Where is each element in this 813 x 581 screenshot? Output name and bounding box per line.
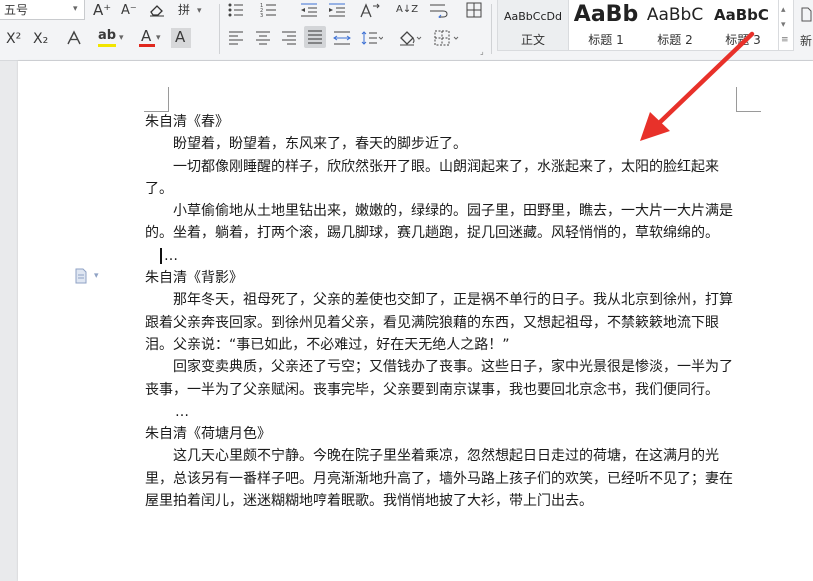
eraser-icon [150, 5, 164, 17]
style-heading-1[interactable]: AaBb 标题 1 [570, 0, 642, 50]
style-gallery: AaBbCcDd 正文 AaBb 标题 1 AaBbC 标题 2 AaBbC 标… [497, 0, 794, 51]
decrease-indent-icon [301, 3, 317, 17]
border-icon [434, 30, 459, 46]
numbered-list-button[interactable]: 123 [257, 0, 283, 20]
chevron-down-icon: ▾ [73, 4, 78, 14]
shading-button[interactable] [396, 27, 426, 49]
chevron-down-icon: ▾ [156, 33, 161, 43]
paragraph: 这几天心里颇不宁静。今晚在院子里坐着乘凉，忽然想起日日走过的荷塘，在这满月的光里… [145, 448, 733, 510]
justify-button[interactable] [304, 26, 326, 48]
bullet-list-icon [228, 3, 243, 17]
pinyin-guide-button[interactable]: 拼 [178, 2, 190, 18]
highlight-label: ab [98, 28, 117, 43]
ribbon-toolbar: 五号 ▾ A⁺ A⁻ 拼 ▾ X² X₂ ab ▾ A ▾ A 123 A↓Z [0, 0, 813, 61]
style-sample: AaBb [573, 2, 639, 27]
distribute-icon [333, 31, 351, 45]
char-shading-button[interactable]: A [171, 28, 191, 48]
style-sample: AaBbC [646, 5, 704, 25]
ellipsis-line: … [145, 245, 737, 267]
align-center-icon [256, 31, 270, 45]
svg-text:3: 3 [260, 13, 263, 18]
chevron-down-icon: ▾ [94, 271, 99, 281]
new-style-icon [799, 4, 813, 24]
paragraph-settings-launcher[interactable]: ⌟ [480, 44, 484, 60]
borders-button[interactable] [463, 0, 485, 20]
superscript-button[interactable]: X² [6, 31, 21, 47]
heading-beiying: 朱自清《背影》 [145, 270, 243, 287]
style-sample: AaBbC [714, 6, 769, 24]
decrease-indent-button[interactable] [299, 0, 319, 20]
sort-button[interactable]: A↓Z [396, 2, 418, 18]
align-right-icon [282, 31, 296, 45]
paragraph-marks-icon [430, 4, 448, 18]
justify-icon [308, 30, 322, 44]
font-size-select[interactable]: 五号 ▾ [0, 0, 85, 20]
heading-hetang: 朱自清《荷塘月色》 [145, 426, 271, 443]
subscript-button[interactable]: X₂ [33, 31, 48, 47]
document-body[interactable]: 朱自清《春》 盼望着，盼望着，东风来了，春天的脚步近了。 一切都像刚睡醒的样子，… [145, 111, 737, 512]
text-effect-button[interactable] [62, 28, 86, 48]
text-effect-icon [67, 30, 81, 45]
show-marks-button[interactable] [426, 0, 452, 20]
text-direction-button[interactable] [357, 0, 383, 20]
new-style-button[interactable]: 新 [800, 33, 812, 49]
chevron-up-icon: ▴ [781, 5, 786, 15]
line-spacing-icon [361, 31, 383, 45]
font-color-button[interactable]: A ▾ [137, 27, 165, 49]
align-right-button[interactable] [278, 27, 300, 49]
increase-indent-button[interactable] [327, 0, 347, 20]
font-size-value: 五号 [4, 3, 29, 17]
increase-indent-icon [329, 3, 345, 17]
border-select-button[interactable] [432, 27, 464, 49]
font-color-bar [139, 44, 155, 47]
align-left-button[interactable] [225, 27, 247, 49]
align-left-icon [229, 31, 243, 45]
style-heading-2[interactable]: AaBbC 标题 2 [642, 0, 708, 50]
style-label: 标题 2 [657, 33, 693, 47]
paragraph-marker[interactable]: ▾ [74, 268, 104, 286]
style-label: 正文 [520, 33, 545, 47]
char-shading-label: A [175, 28, 186, 46]
style-label: 标题 3 [725, 33, 761, 47]
ellipsis: … [164, 247, 178, 264]
more-styles-icon: ≡ [781, 35, 789, 45]
align-center-button[interactable] [252, 27, 274, 49]
heading-chun: 朱自清《春》 [145, 114, 229, 130]
bullet-list-button[interactable] [224, 0, 250, 20]
paragraph: 回家变卖典质，父亲还了亏空；又借钱办了丧事。这些日子，家中光景很是惨淡，一半为了… [145, 359, 733, 398]
distribute-button[interactable] [331, 27, 353, 49]
table-grid-icon [466, 2, 482, 18]
style-heading-3[interactable]: AaBbC 标题 3 [710, 0, 776, 50]
increase-font-button[interactable]: A⁺ [93, 2, 111, 18]
highlight-color-bar [98, 44, 116, 47]
style-gallery-scroll[interactable]: ▴ ▾ ≡ [778, 0, 793, 50]
decrease-font-button[interactable]: A⁻ [121, 3, 137, 19]
style-normal[interactable]: AaBbCcDd 正文 [498, 0, 569, 50]
numbered-list-icon: 123 [260, 3, 276, 18]
style-label: 标题 1 [588, 33, 624, 47]
highlight-button[interactable]: ab ▾ [96, 27, 132, 49]
divider [491, 4, 492, 54]
divider [219, 4, 220, 54]
paragraph: 盼望着，盼望着，东风来了，春天的脚步近了。 [173, 136, 467, 153]
paint-bucket-icon [400, 31, 422, 46]
margin-corner-top-right [736, 87, 761, 112]
margin-corner-top-left [144, 87, 169, 112]
chevron-down-icon: ▾ [197, 6, 202, 16]
paragraph: 那年冬天，祖母死了，父亲的差使也交卸了，正是祸不单行的日子。我从北京到徐州，打算… [145, 292, 733, 353]
text-direction-icon [360, 3, 380, 18]
document-icon [75, 268, 87, 284]
clear-format-button[interactable] [147, 1, 167, 19]
chevron-down-icon: ▾ [119, 33, 124, 43]
line-spacing-button[interactable] [358, 27, 386, 49]
style-sample: AaBbCcDd [504, 10, 562, 23]
paragraph: 一切都像刚睡醒的样子，欣欣然张开了眼。山朗润起来了，水涨起来了，太阳的脸红起来了… [145, 158, 719, 197]
ellipsis-line: … [175, 403, 189, 420]
text-cursor [160, 247, 162, 264]
chevron-down-icon: ▾ [781, 20, 786, 30]
font-color-label: A [141, 27, 152, 45]
paragraph: 小草偷偷地从土地里钻出来，嫩嫩的，绿绿的。园子里，田野里，瞧去，一大片一大片满是… [145, 203, 733, 242]
